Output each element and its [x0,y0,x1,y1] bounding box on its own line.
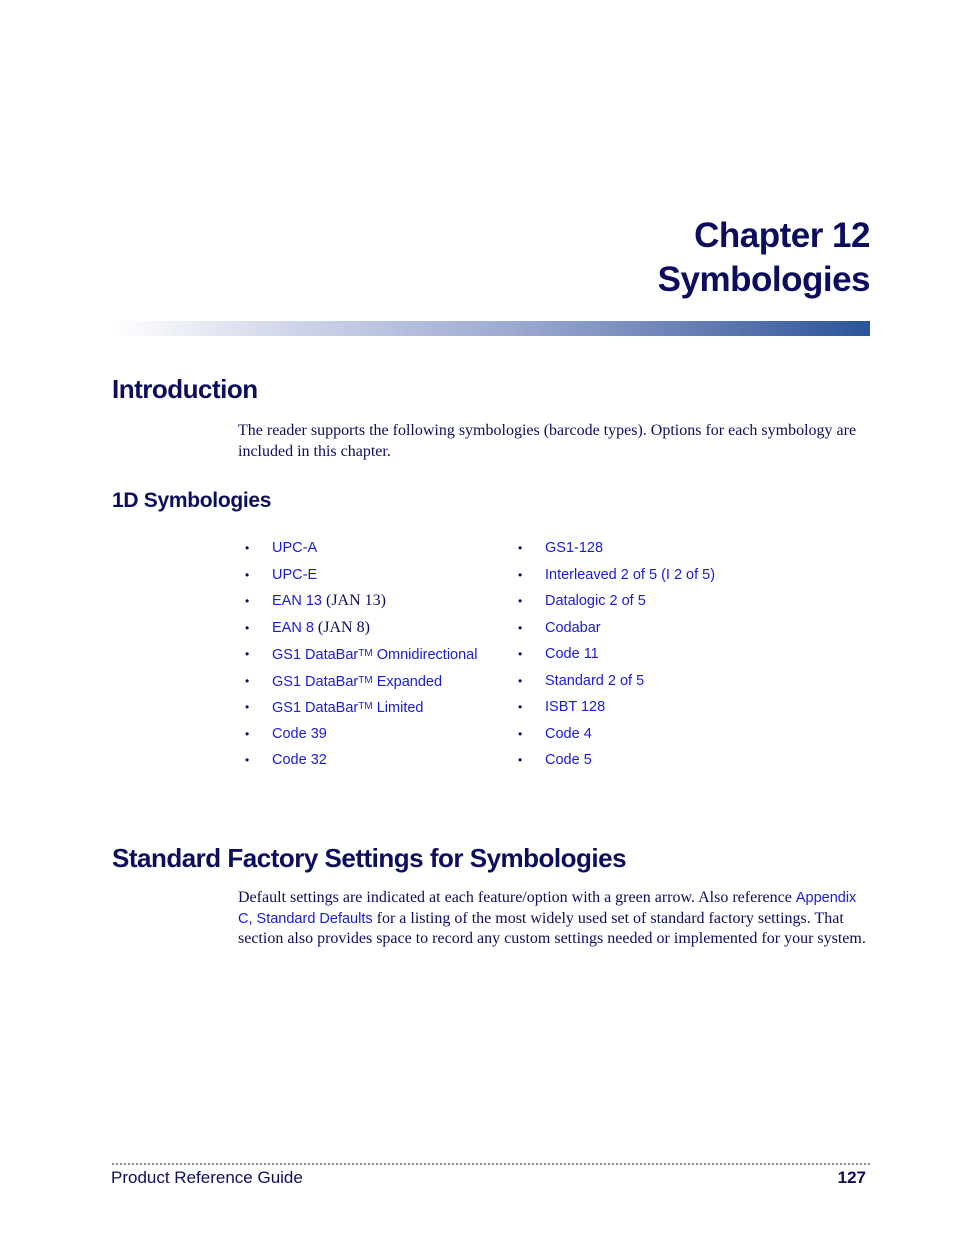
symbology-link-isbt-128[interactable]: ISBT 128 [545,699,605,715]
list-item: • GS1 DataBarTM Expanded [245,670,477,697]
list-item: • GS1 DataBarTM Omnidirectional [245,643,477,670]
symbology-link-codabar[interactable]: Codabar [545,620,601,636]
bullet-icon: • [245,567,250,582]
symbology-link-code-39[interactable]: Code 39 [272,726,327,742]
symbology-link-standard-2-of-5[interactable]: Standard 2 of 5 [545,673,644,689]
bullet-icon: • [518,594,523,608]
list-item: • EAN 13 (JAN 13) [245,590,477,617]
bullet-icon: • [518,541,523,555]
trademark-mark: TM [358,648,373,659]
chapter-name: Symbologies [657,260,871,299]
footer-guide-title: Product Reference Guide [111,1168,303,1187]
bullet-icon: • [518,567,523,582]
paragraph-text: Default settings are indicated at each f… [238,889,796,906]
symbology-list-left: • UPC-A • UPC-E • EAN 13 (JAN 13) • EAN 8 (J… [245,537,477,776]
list-item: • Code 39 [245,723,477,750]
chapter-title: Chapter 12 Symbologies [657,214,871,302]
factory-settings-paragraph: Default settings are indicated at each f… [238,888,870,950]
bullet-icon: • [245,726,250,741]
symbology-link-ean-13[interactable]: EAN 13 [272,593,322,609]
bullet-icon: • [245,753,250,767]
list-item: • Code 32 [245,749,477,776]
bullet-icon: • [518,753,523,767]
list-item: • Code 4 [518,723,715,750]
trademark-mark: TM [358,674,373,686]
link-text: Limited [372,700,424,716]
bullet-icon: • [518,620,523,635]
list-item: • ISBT 128 [518,696,715,723]
symbologies-1d-heading: 1D Symbologies [112,489,272,512]
bullet-icon: • [245,647,250,661]
list-item: • Codabar [518,617,715,644]
list-item: • GS1 DataBarTM Limited [245,696,477,723]
bullet-icon: • [245,700,250,714]
list-item: • GS1-128 [518,537,715,564]
list-item: • UPC-A [245,537,477,564]
bullet-icon: • [245,673,250,688]
introduction-paragraph: The reader supports the following symbol… [238,422,857,460]
list-item: • Standard 2 of 5 [518,670,715,697]
symbology-link-upc-e[interactable]: UPC-E [272,567,317,583]
footer-divider [112,1163,870,1165]
chapter-number: Chapter 12 [694,216,870,255]
bullet-icon: • [518,647,523,661]
symbology-link-gs1-databar-omnidirectional[interactable]: GS1 DataBarTM Omnidirectional [272,647,477,663]
list-item: • UPC-E [245,564,477,591]
bullet-icon: • [245,594,250,608]
page-number: 127 [837,1168,866,1187]
symbology-link-code-5[interactable]: Code 5 [545,752,592,768]
trademark-mark: TM [358,701,373,712]
link-text: GS1 DataBar [272,673,359,690]
symbology-list-right: • GS1-128 • Interleaved 2 of 5 (I 2 of 5) … [518,537,715,776]
list-item: • Code 5 [518,749,715,776]
list-item: • Code 11 [518,643,715,670]
symbology-link-ean-8[interactable]: EAN 8 [272,620,314,636]
symbology-link-upc-a[interactable]: UPC-A [272,540,317,556]
symbology-suffix: (JAN 8) [313,618,370,636]
link-text: Omnidirectional [372,647,478,663]
symbology-link-code-32[interactable]: Code 32 [272,752,327,768]
bullet-icon: • [518,673,523,688]
symbology-link-interleaved-2-of-5[interactable]: Interleaved 2 of 5 (I 2 of 5) [545,567,715,583]
symbology-link-gs1-databar-limited[interactable]: GS1 DataBarTM Limited [272,700,423,716]
symbology-link-code-11[interactable]: Code 11 [545,646,599,662]
symbology-link-code-4[interactable]: Code 4 [545,726,592,742]
symbology-suffix: (JAN 13) [321,592,386,609]
link-text: Expanded [372,673,443,690]
list-item: • Datalogic 2 of 5 [518,590,715,617]
chapter-divider-bar [112,321,870,336]
list-item: • Interleaved 2 of 5 (I 2 of 5) [518,564,715,591]
symbology-link-gs1-128[interactable]: GS1-128 [545,540,603,556]
bullet-icon: • [518,726,523,741]
bullet-icon: • [518,700,523,714]
link-text: GS1 DataBar [272,647,359,663]
factory-settings-heading: Standard Factory Settings for Symbologie… [112,843,627,873]
introduction-heading: Introduction [112,374,258,404]
symbology-link-datalogic-2-of-5[interactable]: Datalogic 2 of 5 [545,593,646,609]
list-item: • EAN 8 (JAN 8) [245,617,477,644]
link-text: GS1 DataBar [272,700,359,716]
bullet-icon: • [245,620,250,635]
symbology-link-gs1-databar-expanded[interactable]: GS1 DataBarTM Expanded [272,674,442,690]
bullet-icon: • [245,541,250,555]
